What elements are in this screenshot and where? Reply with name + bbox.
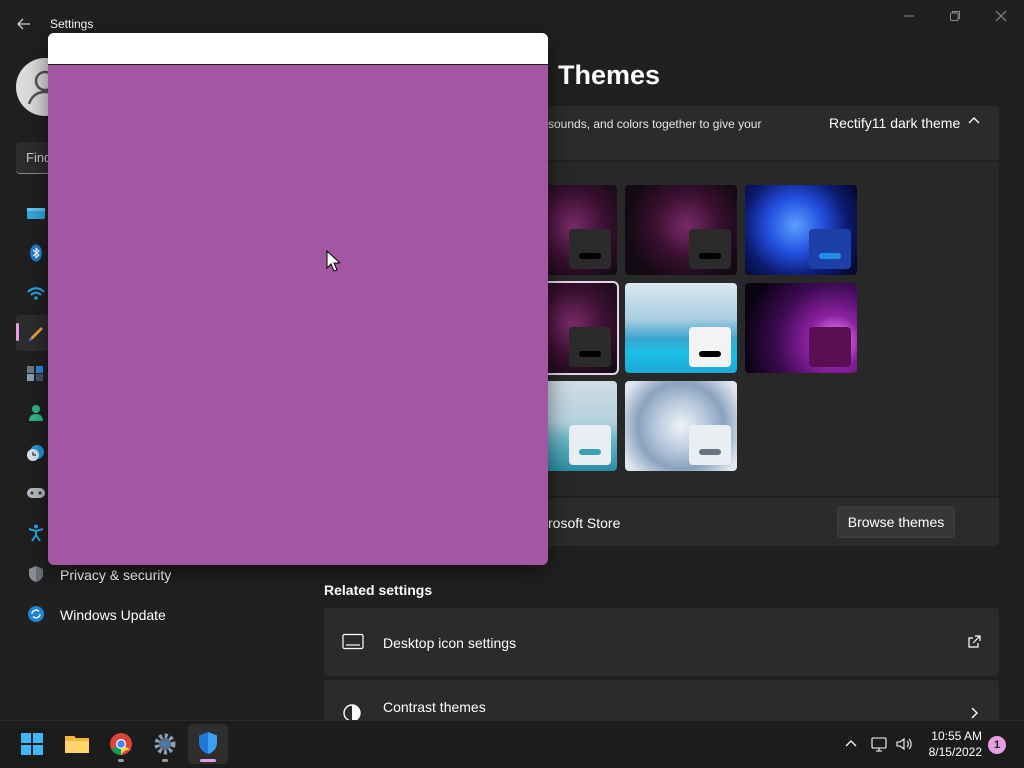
start-icon[interactable]	[21, 733, 43, 755]
app-running-indicator	[118, 759, 124, 762]
overlay-title-bar[interactable]	[48, 33, 548, 65]
file-explorer-icon[interactable]	[64, 733, 90, 755]
chevron-right-icon	[971, 707, 978, 719]
apps-icon[interactable]	[26, 364, 46, 382]
external-link-icon	[968, 635, 981, 648]
sidebar-item-windows-update[interactable]: Windows Update	[60, 607, 166, 623]
contrast-themes-label: Contrast themes	[383, 699, 486, 715]
mouse-cursor-icon	[326, 250, 340, 272]
windows-update-icon[interactable]	[26, 605, 46, 623]
tray-network-icon[interactable]	[871, 736, 889, 752]
browse-themes-button[interactable]: Browse themes	[837, 506, 955, 538]
theme-thumbnail[interactable]	[745, 283, 857, 373]
theme-thumbnail[interactable]	[625, 381, 737, 471]
maximize-button[interactable]	[932, 6, 978, 28]
related-settings-heading: Related settings	[324, 582, 433, 598]
accounts-icon[interactable]	[26, 404, 46, 422]
current-theme-description: sounds, and colors together to give your	[548, 117, 762, 131]
store-row-label: rosoft Store	[548, 515, 621, 531]
sidebar-item-privacy[interactable]: Privacy & security	[60, 567, 171, 583]
bluetooth-icon[interactable]	[26, 244, 46, 262]
personalization-icon[interactable]	[26, 324, 46, 342]
active-indicator	[16, 323, 19, 341]
app-active-indicator	[200, 759, 216, 762]
maximize-icon	[950, 11, 960, 21]
chrome-icon[interactable]	[109, 732, 133, 756]
desktop-icon	[342, 633, 364, 650]
minimize-button[interactable]	[886, 6, 932, 28]
notification-badge[interactable]: 1	[988, 736, 1006, 754]
page-title: Themes	[558, 60, 661, 90]
clock-time[interactable]: 10:55 AM	[928, 729, 982, 743]
desktop-icon-settings-label: Desktop icon settings	[383, 635, 517, 651]
tray-chevron-up-icon[interactable]	[844, 737, 858, 751]
settings-gear-icon[interactable]	[153, 732, 177, 756]
accessibility-icon[interactable]	[26, 524, 46, 542]
back-button[interactable]	[14, 14, 34, 34]
theme-thumbnail[interactable]	[745, 185, 857, 275]
privacy-shield-icon[interactable]	[26, 565, 46, 583]
current-theme-name[interactable]: Rectify11 dark theme	[829, 115, 960, 131]
window-title: Settings	[50, 17, 94, 31]
gaming-icon[interactable]	[26, 484, 46, 502]
defender-shield-icon[interactable]	[197, 731, 219, 755]
network-icon[interactable]	[26, 284, 46, 302]
close-button[interactable]	[978, 6, 1024, 28]
time-language-icon[interactable]	[26, 444, 46, 462]
back-arrow-icon	[17, 18, 30, 30]
app-running-indicator	[162, 759, 168, 762]
theme-thumbnail[interactable]	[625, 185, 737, 275]
minimize-icon	[904, 15, 914, 17]
dragged-window-preview[interactable]	[48, 33, 548, 565]
theme-thumbnail[interactable]	[625, 283, 737, 373]
chevron-up-icon[interactable]	[966, 113, 982, 129]
clock-date[interactable]: 8/15/2022	[918, 745, 982, 759]
volume-icon[interactable]	[895, 736, 913, 752]
close-icon	[995, 10, 1007, 22]
system-icon[interactable]	[26, 205, 46, 223]
